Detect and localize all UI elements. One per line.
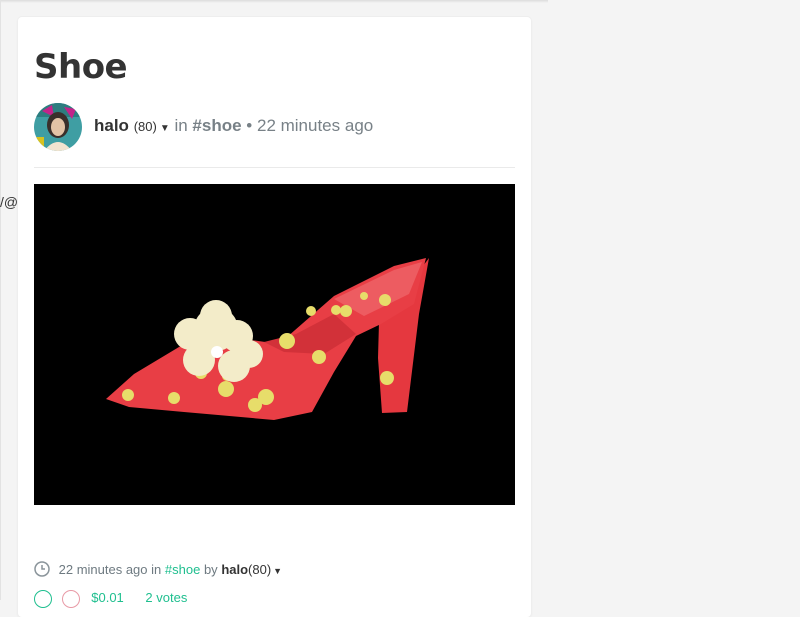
author-reputation: (80) bbox=[133, 119, 157, 134]
post-byline: halo (80) ▼ in #shoe • 22 minutes ago bbox=[94, 116, 373, 136]
post-image[interactable] bbox=[34, 184, 515, 505]
in-label: in bbox=[174, 116, 188, 135]
post-title: Shoe bbox=[34, 47, 128, 87]
footer-by-label: by bbox=[203, 561, 218, 577]
footer-in-label: in bbox=[151, 561, 162, 577]
left-panel-text: /@ bbox=[0, 194, 19, 210]
footer-author-link[interactable]: halo bbox=[221, 562, 248, 577]
chevron-down-icon[interactable]: ▼ bbox=[160, 123, 170, 134]
upvote-icon[interactable] bbox=[34, 590, 52, 608]
payout-value[interactable]: $0.01 bbox=[91, 590, 124, 605]
downvote-icon[interactable] bbox=[61, 590, 80, 608]
left-panel-edge bbox=[0, 0, 1, 600]
post-time[interactable]: 22 minutes ago bbox=[257, 116, 373, 135]
clock-icon bbox=[34, 561, 50, 580]
page-top-shadow bbox=[0, 0, 548, 3]
votes-count[interactable]: 2 votes bbox=[145, 590, 187, 605]
author-link[interactable]: halo bbox=[94, 116, 129, 135]
header-divider bbox=[34, 167, 515, 168]
byline-separator: • bbox=[246, 116, 253, 135]
tag-link[interactable]: #shoe bbox=[192, 116, 241, 135]
vote-bar: $0.01 2 votes bbox=[34, 590, 187, 608]
footer-time[interactable]: 22 minutes ago bbox=[59, 562, 148, 577]
chevron-down-icon[interactable]: ▼ bbox=[273, 566, 282, 576]
author-avatar[interactable] bbox=[34, 103, 82, 151]
post-footer-meta: 22 minutes ago in #shoe by halo(80) ▼ bbox=[34, 561, 282, 580]
footer-author-reputation: (80) bbox=[248, 561, 272, 577]
footer-tag-link[interactable]: #shoe bbox=[165, 562, 200, 577]
